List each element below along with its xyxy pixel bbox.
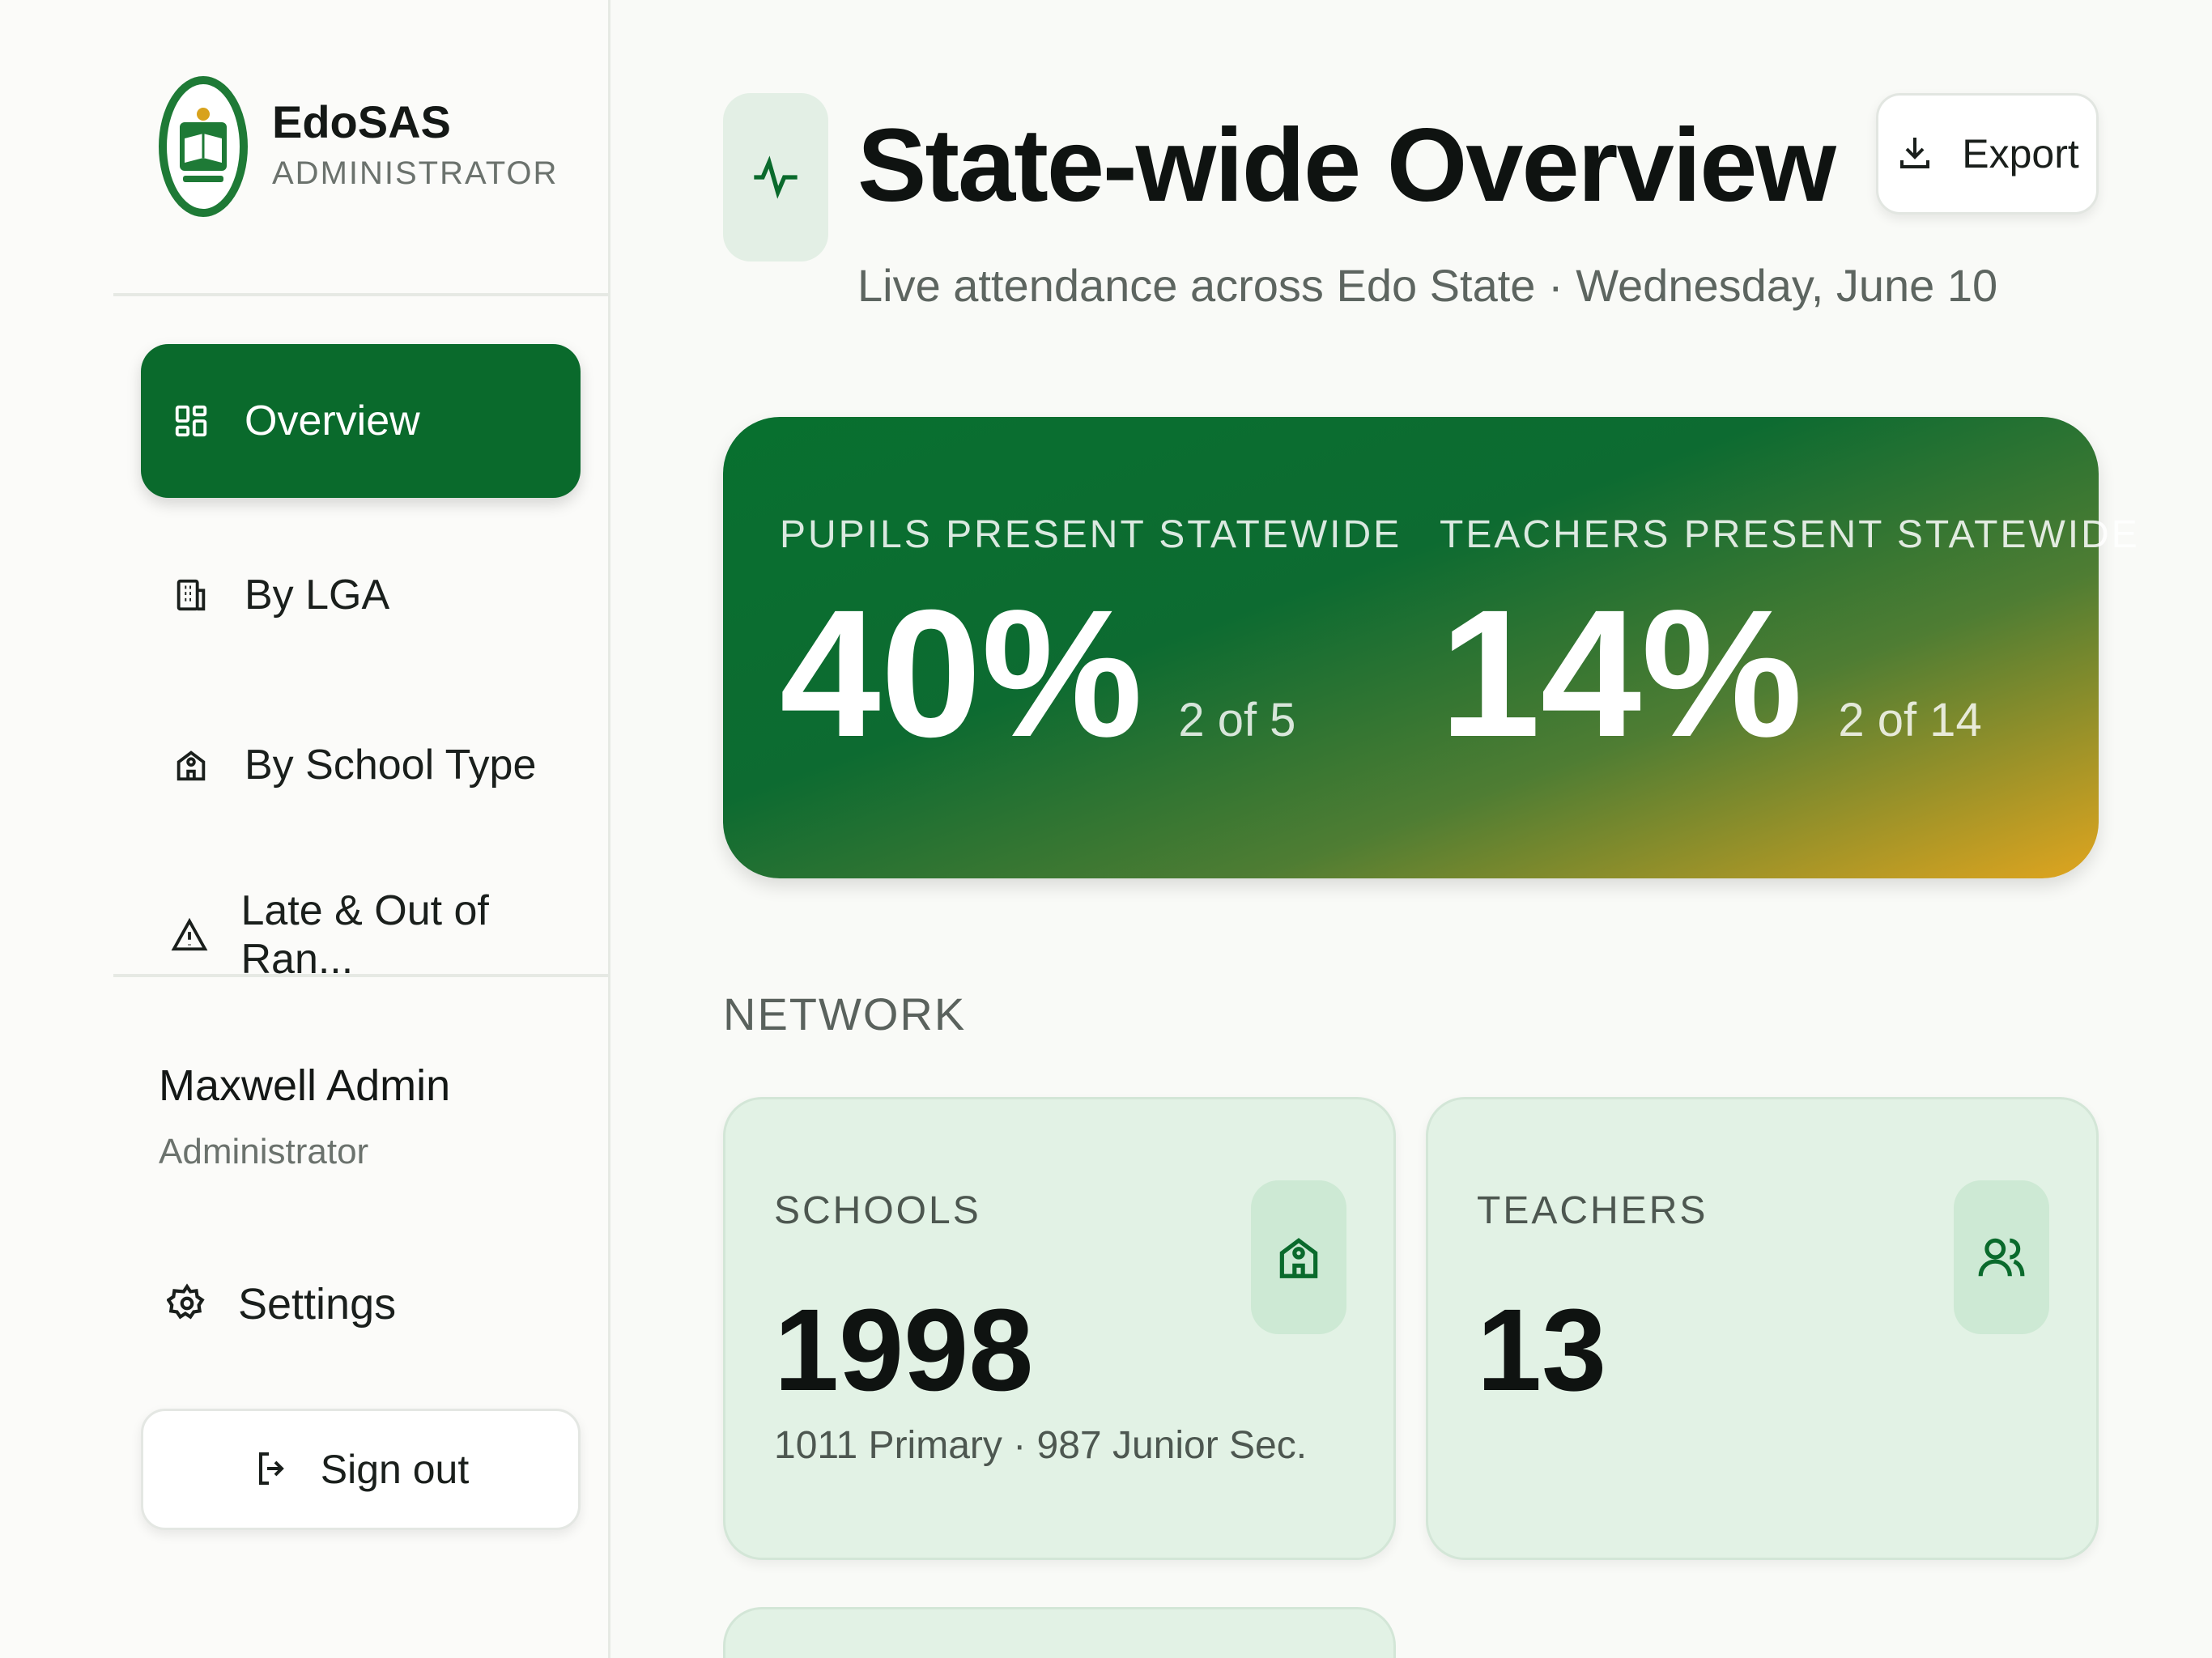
sidebar-item-label: Overview: [245, 397, 420, 444]
page-subtitle: Live attendance across Edo State · Wedne…: [857, 260, 1998, 311]
user-name: Maxwell Admin: [159, 1061, 451, 1110]
sidebar-item-label: By LGA: [245, 572, 390, 619]
teachers-present-note: 2 of 14: [1838, 694, 1982, 746]
grid-icon: [170, 400, 212, 442]
sidebar-item-label: Late & Out of Ran...: [240, 887, 489, 983]
logout-icon: [253, 1449, 293, 1490]
pupils-present-note: 2 of 5: [1178, 694, 1296, 746]
activity-icon: [723, 93, 828, 261]
sidebar: EdoSAS ADMINISTRATOR Overview By LGA By …: [0, 0, 610, 1658]
schools-card: SCHOOLS 1998 1011 Primary · 987 Junior S…: [723, 1097, 1396, 1560]
attendance-hero-card: PUPILS PRESENT STATEWIDE 40% 2 of 5 TEAC…: [723, 417, 2138, 878]
sidebar-item-by-school-type[interactable]: By School Type: [141, 688, 581, 842]
next-card-partial: [723, 1607, 1396, 1658]
export-label: Export: [1962, 131, 2079, 176]
brand-name: EdoSAS: [272, 96, 451, 147]
brand-role: ADMINISTRATOR: [272, 155, 559, 191]
teachers-present-label: TEACHERS PRESENT STATEWIDE: [1440, 513, 2140, 556]
school-icon: [1251, 1180, 1346, 1334]
network-section-label: NETWORK: [723, 988, 967, 1039]
teachers-value: 13: [1477, 1285, 1607, 1415]
export-button[interactable]: Export: [1876, 93, 2099, 215]
schools-breakdown: 1011 Primary · 987 Junior Sec.: [774, 1424, 1308, 1467]
pupils-present-label: PUPILS PRESENT STATEWIDE: [780, 513, 1402, 556]
app: EdoSAS ADMINISTRATOR Overview By LGA By …: [0, 0, 2212, 1658]
sidebar-item-by-lga[interactable]: By LGA: [141, 518, 581, 672]
sign-out-button[interactable]: Sign out: [141, 1409, 581, 1530]
brand: EdoSAS ADMINISTRATOR: [159, 76, 558, 217]
teachers-label: TEACHERS: [1477, 1189, 1708, 1232]
school-icon: [170, 744, 212, 786]
page-title: State-wide Overview: [857, 108, 1836, 223]
settings-link[interactable]: Settings: [166, 1279, 397, 1329]
teachers-present-stat: TEACHERS PRESENT STATEWIDE 14% 2 of 14: [1440, 512, 2140, 775]
building-icon: [170, 574, 212, 616]
sign-out-label: Sign out: [320, 1447, 470, 1492]
settings-label: Settings: [238, 1280, 397, 1329]
sidebar-item-late-out-of-range[interactable]: Late & Out of Ran...: [141, 858, 581, 1012]
schools-label: SCHOOLS: [774, 1189, 981, 1232]
pupils-present-stat: PUPILS PRESENT STATEWIDE 40% 2 of 5: [780, 512, 1402, 775]
schools-value: 1998: [774, 1285, 1034, 1415]
user-role: Administrator: [159, 1132, 369, 1171]
edo-crest-logo-icon: [159, 76, 248, 217]
sidebar-item-overview[interactable]: Overview: [141, 344, 581, 498]
pupils-present-value: 40%: [780, 572, 1143, 775]
teachers-card: TEACHERS 13: [1426, 1097, 2099, 1560]
teachers-present-value: 14%: [1440, 572, 1803, 775]
users-icon: [1954, 1180, 2049, 1334]
sidebar-divider: [113, 293, 610, 296]
gear-icon: [166, 1283, 209, 1325]
sidebar-item-label: By School Type: [245, 742, 537, 789]
warning-icon: [170, 914, 208, 956]
download-icon: [1895, 133, 1938, 175]
sidebar-divider: [113, 974, 610, 977]
